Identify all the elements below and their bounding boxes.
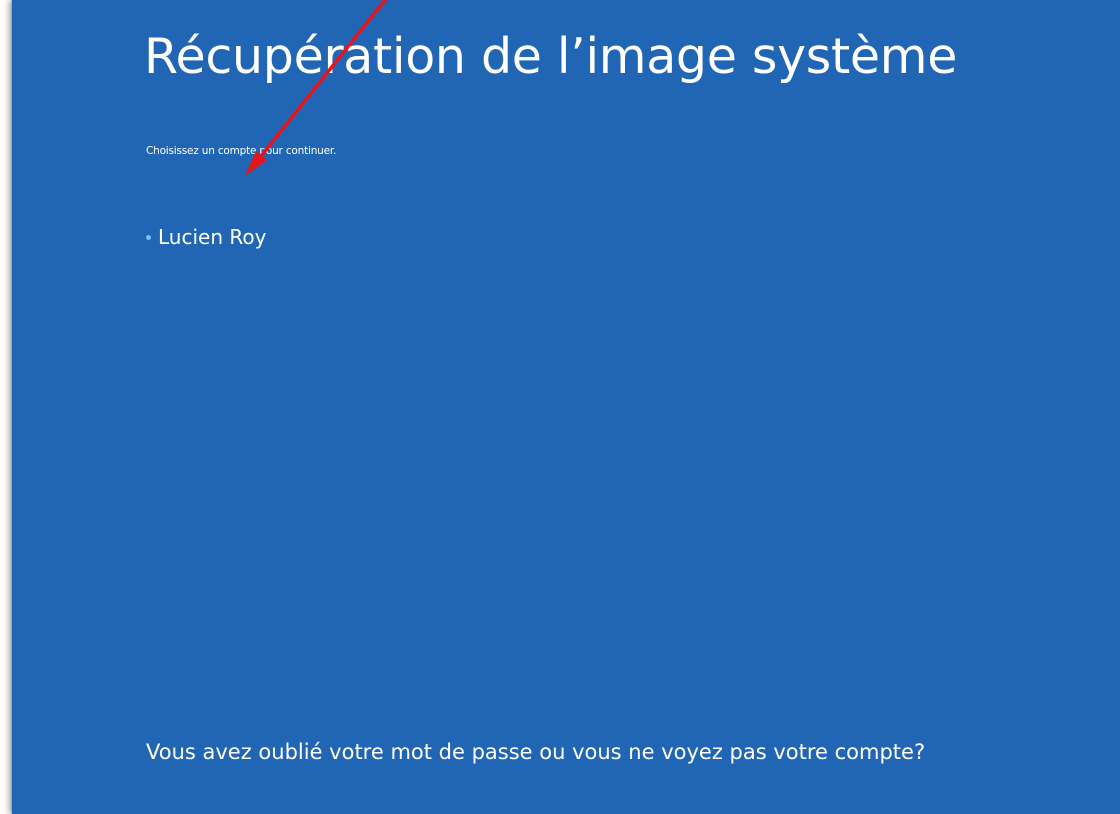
account-item-lucien-roy[interactable]: Lucien Roy xyxy=(146,225,266,249)
forgot-password-link[interactable]: Vous avez oublié votre mot de passe ou v… xyxy=(146,730,1006,774)
bullet-dot-icon xyxy=(146,234,151,240)
recovery-screen: Récupération de l’image système Choisiss… xyxy=(12,0,1120,814)
page: Récupération de l’image système Choisiss… xyxy=(0,0,1120,814)
account-name: Lucien Roy xyxy=(158,225,267,249)
page-title: Récupération de l’image système xyxy=(144,28,958,85)
instruction-text: Choisissez un compte pour continuer. xyxy=(146,145,337,157)
